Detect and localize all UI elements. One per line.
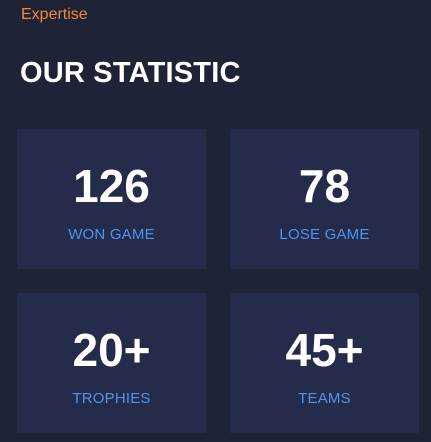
stat-card-lose-game: 78 LOSE GAME: [230, 129, 419, 269]
stat-label: TROPHIES: [72, 390, 151, 407]
stat-value: 20+: [72, 324, 151, 376]
stat-value: 78: [298, 160, 351, 212]
stat-card-won-game: 126 WON GAME: [17, 129, 206, 269]
section-title: OUR STATISTIC: [20, 57, 241, 89]
stat-card-trophies: 20+ TROPHIES: [17, 293, 206, 433]
stat-label: WON GAME: [68, 226, 155, 243]
stat-value: 45+: [285, 324, 364, 376]
stats-grid: 126 WON GAME 78 LOSE GAME 20+ TROPHIES 4…: [17, 129, 419, 433]
stat-card-teams: 45+ TEAMS: [230, 293, 419, 433]
stat-value: 126: [73, 160, 150, 212]
stat-label: TEAMS: [298, 390, 351, 407]
stat-label: LOSE GAME: [279, 226, 370, 243]
section-eyebrow: Expertise: [21, 6, 88, 23]
